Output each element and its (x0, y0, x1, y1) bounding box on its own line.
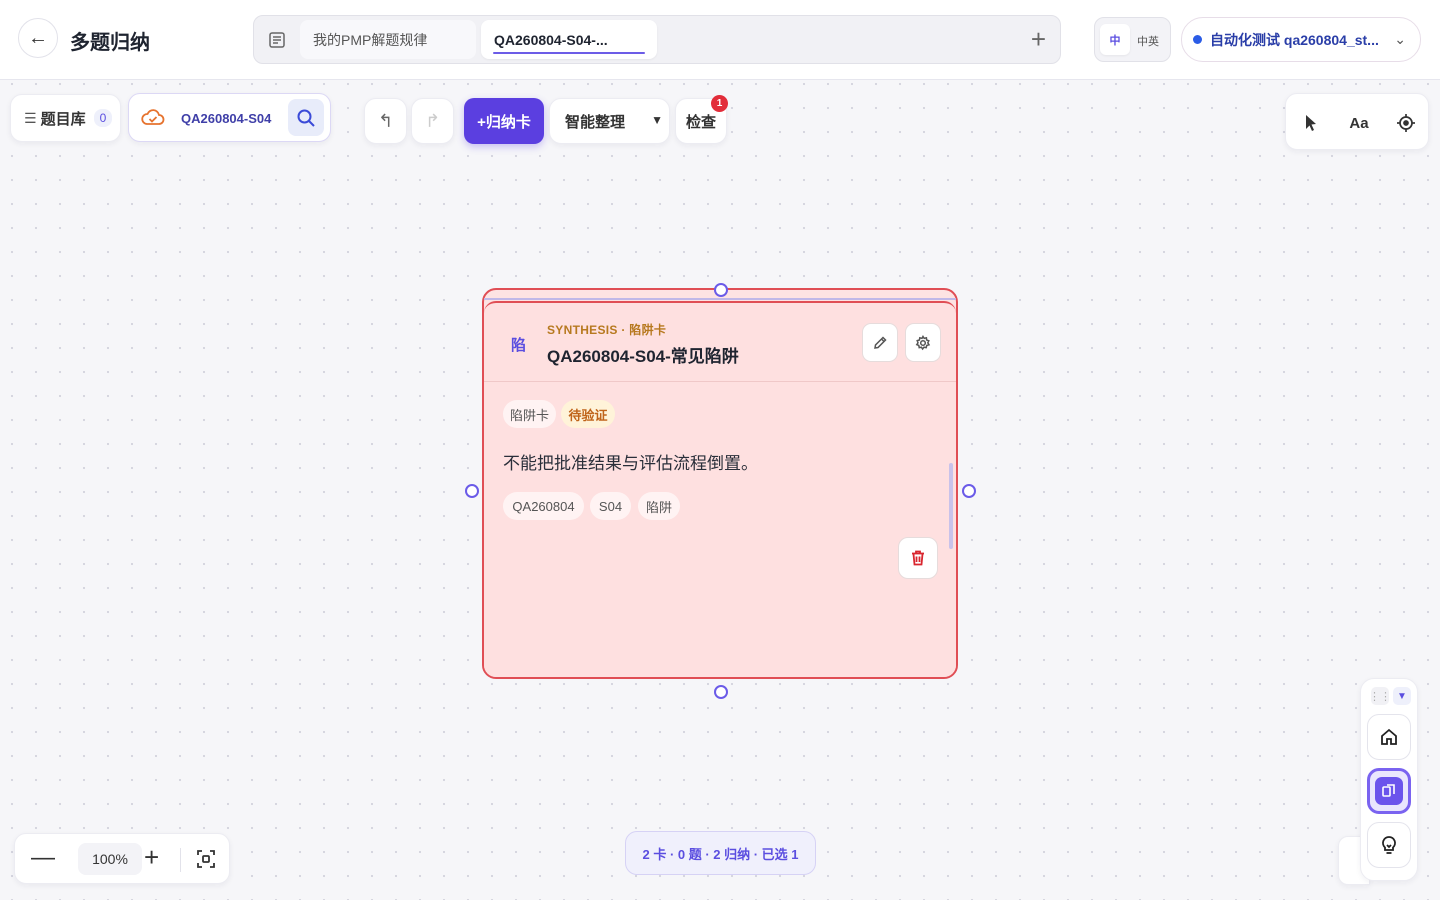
smart-organize-select[interactable]: 智能整理 ▼ (549, 98, 670, 144)
question-library-button[interactable]: ☰ 题目库 0 (10, 94, 121, 142)
search-panel: QA260804-S04 (128, 93, 331, 142)
fit-view-icon[interactable] (196, 849, 216, 869)
locate-tool[interactable] (1393, 110, 1419, 136)
home-icon (1381, 728, 1397, 745)
connection-handle-top[interactable] (714, 283, 728, 297)
check-button[interactable]: 检查 1 (675, 95, 728, 144)
card-body-text: 不能把批准结果与评估流程倒置。 (503, 454, 758, 473)
connection-handle-bottom[interactable] (714, 685, 728, 699)
delete-card-button[interactable] (898, 537, 938, 579)
connection-handle-left[interactable] (465, 484, 479, 498)
canvas-tools-panel: Aa (1285, 93, 1429, 150)
user-status-dot (1193, 35, 1202, 44)
card-scrollbar[interactable] (949, 463, 953, 549)
insight-view-button[interactable] (1367, 822, 1411, 868)
plus-icon: + (1030, 24, 1046, 54)
edit-card-button[interactable] (862, 323, 898, 362)
zoom-controls: — 100% + (14, 833, 230, 884)
cursor-arrow-icon (1306, 115, 1316, 131)
add-synthesis-card-button[interactable]: +归纳卡 (464, 98, 544, 144)
check-issue-badge: 1 (711, 95, 728, 112)
chevron-down-icon: ⌄ (1394, 31, 1406, 47)
undo-icon: ↰ (377, 110, 394, 131)
cards-icon (1382, 784, 1395, 797)
list-icon: ☰ (24, 109, 37, 126)
language-switch: 中 中英 (1094, 17, 1171, 62)
tab-pmp-rules[interactable]: 我的PMP解题规律 (300, 20, 476, 59)
text-tool-label: Aa (1349, 114, 1369, 132)
language-zh-option[interactable]: 中 (1100, 24, 1130, 55)
smart-organize-label: 智能整理 (565, 113, 626, 131)
card-tag[interactable]: S04 (590, 492, 631, 520)
divider (180, 848, 181, 872)
library-label: 题目库 (40, 110, 86, 128)
library-count-badge: 0 (93, 109, 113, 127)
crosshair-icon (1397, 114, 1415, 132)
collapse-dock-button[interactable]: ▼ (1393, 687, 1411, 705)
language-bilingual-option[interactable]: 中英 (1137, 33, 1159, 49)
search-icon (297, 109, 315, 127)
zoom-out-button[interactable]: — (31, 846, 55, 870)
add-tab-button[interactable]: + (1030, 24, 1046, 54)
redo-button[interactable]: ↱ (411, 98, 454, 144)
document-list-icon (269, 32, 285, 48)
trash-icon (912, 550, 924, 566)
arrow-left-icon: ← (28, 26, 48, 49)
undo-button[interactable]: ↰ (364, 98, 407, 144)
tab-qa-s04[interactable]: QA260804-S04-... (481, 20, 657, 59)
cards-view-button[interactable] (1367, 768, 1411, 814)
check-label: 检查 (685, 113, 716, 131)
chevron-down-icon: ▼ (1397, 690, 1407, 702)
lightbulb-icon (1382, 836, 1396, 854)
card-tag[interactable]: 陷阱 (638, 492, 680, 520)
connection-handle-right[interactable] (962, 484, 976, 498)
cloud-check-icon (141, 109, 165, 125)
card-status-chip[interactable]: 待验证 (561, 400, 615, 428)
zoom-level[interactable]: 100% (78, 843, 142, 875)
search-input[interactable]: QA260804-S04 (181, 111, 271, 126)
pointer-tool[interactable] (1298, 110, 1324, 136)
zoom-in-button[interactable]: + (144, 844, 159, 870)
canvas-status-summary: 2 卡 · 0 题 · 2 归纳 · 已选 1 (625, 831, 816, 875)
cards-view-inner (1375, 777, 1403, 805)
page-title: 多题归纳 (70, 32, 150, 54)
user-name: 自动化测试 qa260804_st... (1210, 31, 1379, 48)
card-settings-button[interactable] (905, 323, 941, 362)
tab-bar: 我的PMP解题规律 QA260804-S04-... + (253, 15, 1061, 64)
card-subtitle: SYNTHESIS · 陷阱卡 (547, 323, 667, 337)
text-tool[interactable]: Aa (1346, 110, 1372, 136)
home-view-button[interactable] (1367, 714, 1411, 760)
back-button[interactable]: ← (18, 18, 58, 58)
active-tab-indicator (493, 52, 645, 54)
card-type-chip: 陷阱卡 (503, 400, 556, 428)
redo-icon: ↱ (424, 110, 441, 131)
tab-label: QA260804-S04-... (494, 31, 608, 48)
view-dock: ⋮⋮ ▼ (1360, 678, 1418, 881)
drag-handle-icon[interactable]: ⋮⋮ (1369, 687, 1391, 705)
search-button[interactable] (288, 99, 324, 136)
tab-label: 我的PMP解题规律 (313, 31, 428, 48)
card-title: QA260804-S04-常见陷阱 (547, 347, 739, 366)
pencil-icon (874, 335, 887, 349)
gear-icon (915, 334, 931, 350)
card-type-icon: 陷 (511, 337, 527, 354)
top-bar: ← 多题归纳 我的PMP解题规律 QA260804-S04-... + 中 中英… (0, 0, 1440, 80)
card-tag[interactable]: QA260804 (503, 492, 584, 520)
user-menu[interactable]: 自动化测试 qa260804_st... ⌄ (1181, 17, 1421, 62)
chevron-down-icon: ▼ (651, 113, 663, 127)
